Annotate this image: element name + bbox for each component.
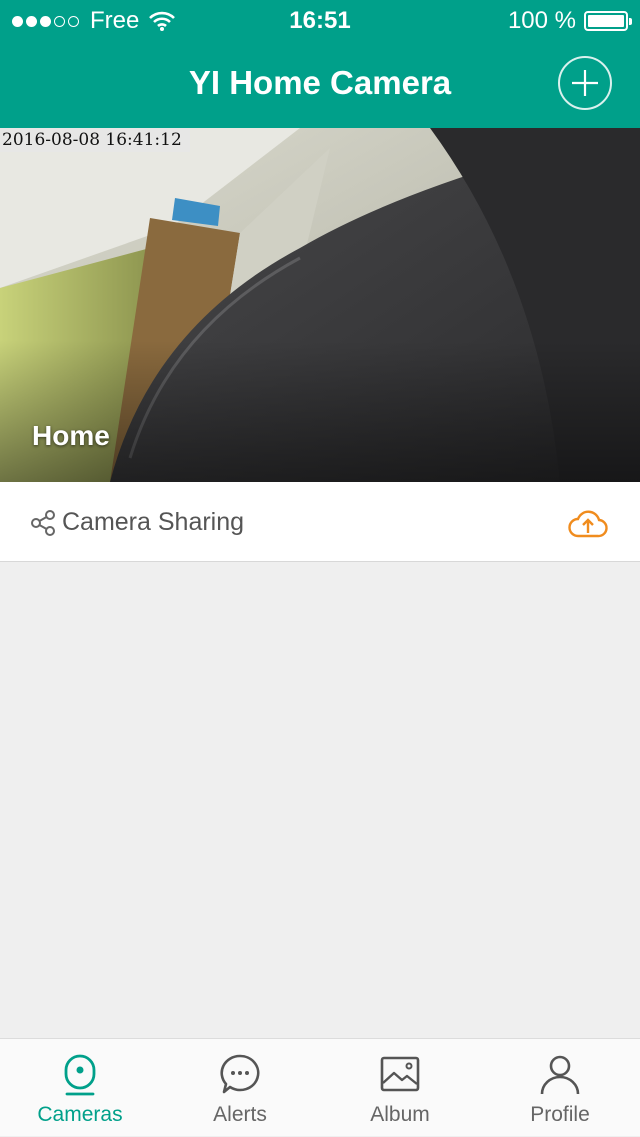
camera-timestamp: 2016-08-08 16:41:12 (0, 128, 190, 152)
add-camera-button[interactable] (558, 56, 612, 110)
camera-feed-thumbnail[interactable]: 2016-08-08 16:41:12 Home (0, 128, 640, 482)
battery-percentage: 100 % (507, 7, 576, 34)
tab-cameras[interactable]: Cameras (0, 1039, 160, 1137)
navigation-bar: YI Home Camera (0, 40, 640, 128)
tab-alerts[interactable]: Alerts (160, 1039, 320, 1137)
page-title: YI Home Camera (188, 64, 452, 101)
battery-icon (584, 11, 632, 31)
cloud-upload-icon[interactable] (568, 509, 608, 539)
tab-profile[interactable]: Profile (480, 1039, 640, 1137)
camera-sharing-label[interactable]: Camera Sharing (62, 508, 244, 537)
tab-album-label: Album (370, 1103, 430, 1126)
tab-bar: Cameras Alerts Album Profile (0, 1038, 640, 1136)
tab-alerts-label: Alerts (213, 1103, 267, 1126)
person-icon (540, 1055, 580, 1095)
camera-sharing-row[interactable]: Camera Sharing (0, 482, 640, 562)
tab-album[interactable]: Album (320, 1039, 480, 1137)
tab-profile-label: Profile (530, 1103, 590, 1126)
camera-icon (64, 1054, 96, 1096)
plus-icon (572, 70, 598, 96)
share-icon (31, 510, 55, 536)
chat-bubble-icon (220, 1054, 260, 1094)
status-bar: Free 16:51 100 % (0, 0, 640, 40)
camera-name: Home (32, 420, 110, 451)
image-icon (380, 1056, 420, 1092)
tab-cameras-label: Cameras (37, 1103, 123, 1126)
battery-status: 100 % (507, 7, 632, 35)
